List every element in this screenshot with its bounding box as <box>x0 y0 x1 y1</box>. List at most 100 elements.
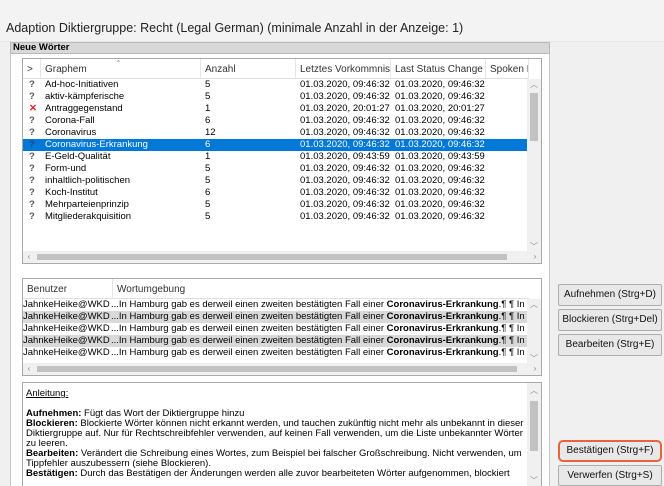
word-row[interactable]: ? Ad-hoc-Initiativen 5 01.03.2020, 09:46:32… <box>23 79 529 91</box>
cell-graphem: inhaltlich-politischen <box>45 175 131 186</box>
context-vertical-scrollbar[interactable]: ︿ ﹀ <box>527 299 541 365</box>
scroll-right-icon[interactable]: › <box>529 251 541 263</box>
words-vertical-scrollbar[interactable]: ︿ ﹀ <box>527 79 541 253</box>
cell-last-status-change: 01.03.2020, 09:46:32 <box>395 175 485 186</box>
word-row[interactable]: ? Coronavirus-Erkrankung 6 01.03.2020, 09:4… <box>23 139 529 151</box>
word-row[interactable]: ? Mitgliederakquisition 5 01.03.2020, 09:46… <box>23 211 529 223</box>
scroll-thumb[interactable] <box>37 254 507 260</box>
scroll-thumb[interactable] <box>37 366 517 372</box>
cell-last-status-change: 01.03.2020, 09:46:32 <box>395 187 485 198</box>
cell-anzahl: 5 <box>205 211 211 222</box>
cell-benutzer: JahnkeHeike@WKD <box>23 299 110 310</box>
status-unknown-icon: ? <box>29 127 35 138</box>
cell-anzahl: 6 <box>205 115 211 126</box>
blockieren-button[interactable]: Blockieren (Strg+Del) <box>558 309 662 331</box>
cell-anzahl: 1 <box>205 103 211 114</box>
context-row[interactable]: JahnkeHeike@WKD...In Hamburg gab es derw… <box>23 311 529 323</box>
cell-anzahl: 5 <box>205 163 211 174</box>
word-row[interactable]: ? Koch-Institut 6 01.03.2020, 09:46:32 01.03… <box>23 187 529 199</box>
instructions-text: Anleitung: Aufnehmen: Fügt das Wort der … <box>26 389 526 479</box>
cell-letztes-vorkommnis: 01.03.2020, 09:46:32 <box>300 91 390 102</box>
instructions-vertical-scrollbar[interactable]: ︿ ﹀ <box>527 383 541 486</box>
scroll-left-icon[interactable]: ‹ <box>23 363 35 375</box>
scroll-up-icon[interactable]: ︿ <box>527 79 541 91</box>
cell-last-status-change: 01.03.2020, 09:46:32 <box>395 163 485 174</box>
context-row[interactable]: JahnkeHeike@WKD...In Hamburg gab es derw… <box>23 323 529 335</box>
col-header-spoken-form[interactable]: Spoken F <box>486 59 529 79</box>
cell-anzahl: 6 <box>205 139 211 150</box>
word-row[interactable]: ? Mehrparteienprinzip 5 01.03.2020, 09:46:3… <box>23 199 529 211</box>
cell-letztes-vorkommnis: 01.03.2020, 09:43:59 <box>300 151 390 162</box>
status-unknown-icon: ? <box>29 139 35 150</box>
col-header-wortumgebung[interactable]: Wortumgebung <box>113 279 529 299</box>
scroll-up-icon[interactable]: ︿ <box>527 299 541 311</box>
cell-letztes-vorkommnis: 01.03.2020, 09:46:32 <box>300 127 390 138</box>
scroll-down-icon[interactable]: ﹀ <box>527 475 541 486</box>
cell-graphem: Antraggegenstand <box>45 103 123 114</box>
instructions-panel: Anleitung: Aufnehmen: Fügt das Wort der … <box>22 382 542 486</box>
col-header-last-status-change[interactable]: Last Status Change <box>391 59 486 79</box>
status-blocked-icon: ✕ <box>29 103 37 114</box>
cell-wortumgebung: ...In Hamburg gab es derweil einen zweit… <box>111 323 529 334</box>
cell-graphem: Mehrparteienprinzip <box>45 199 129 210</box>
cell-graphem: Coronavirus <box>45 127 97 138</box>
scroll-right-icon[interactable]: › <box>529 363 541 375</box>
cell-anzahl: 12 <box>205 127 216 138</box>
word-row[interactable]: ? aktiv-kämpferische 5 01.03.2020, 09:46:32… <box>23 91 529 103</box>
context-row[interactable]: JahnkeHeike@WKD...In Hamburg gab es derw… <box>23 347 529 359</box>
instructions-heading: Anleitung: <box>26 388 69 399</box>
new-words-table[interactable]: > Graphem ⌃ Anzahl Letztes Vorkommnis La… <box>22 58 542 264</box>
cell-letztes-vorkommnis: 01.03.2020, 09:46:32 <box>300 115 390 126</box>
cell-last-status-change: 01.03.2020, 09:46:32 <box>395 115 485 126</box>
scroll-thumb[interactable] <box>530 93 538 141</box>
scroll-up-icon[interactable]: ︿ <box>527 385 541 397</box>
scroll-left-icon[interactable]: ‹ <box>23 251 35 263</box>
status-unknown-icon: ? <box>29 151 35 162</box>
cell-letztes-vorkommnis: 01.03.2020, 09:46:32 <box>300 187 390 198</box>
col-header-letztes-vorkommnis[interactable]: Letztes Vorkommnis <box>296 59 391 79</box>
cell-wortumgebung: ...In Hamburg gab es derweil einen zweit… <box>111 311 529 322</box>
cell-anzahl: 5 <box>205 175 211 186</box>
cell-anzahl: 5 <box>205 91 211 102</box>
status-unknown-icon: ? <box>29 199 35 210</box>
context-horizontal-scrollbar[interactable]: ‹ › <box>23 363 541 375</box>
cell-graphem: Ad-hoc-Initiativen <box>45 79 119 90</box>
cell-letztes-vorkommnis: 01.03.2020, 09:46:32 <box>300 199 390 210</box>
cell-anzahl: 5 <box>205 199 211 210</box>
col-header-graphem[interactable]: Graphem ⌃ <box>41 59 201 79</box>
cell-graphem: Corona-Fall <box>45 115 95 126</box>
cell-benutzer: JahnkeHeike@WKD <box>23 335 110 346</box>
verwerfen-button[interactable]: Verwerfen (Strg+S) <box>558 465 662 486</box>
cell-last-status-change: 01.03.2020, 09:46:32 <box>395 139 485 150</box>
word-row[interactable]: ? inhaltlich-politischen 5 01.03.2020, 09:4… <box>23 175 529 187</box>
cell-last-status-change: 01.03.2020, 09:46:32 <box>395 91 485 102</box>
cell-last-status-change: 01.03.2020, 09:46:32 <box>395 79 485 90</box>
word-row[interactable]: ? E-Geld-Qualität 1 01.03.2020, 09:43:59 01.… <box>23 151 529 163</box>
word-row[interactable]: ? Coronavirus 12 01.03.2020, 09:46:32 01.03.… <box>23 127 529 139</box>
bestaetigen-button[interactable]: Bestätigen (Strg+F) <box>558 440 662 462</box>
words-horizontal-scrollbar[interactable]: ‹ › <box>23 251 541 263</box>
cell-graphem: Coronavirus-Erkrankung <box>45 139 148 150</box>
cell-last-status-change: 01.03.2020, 09:46:32 <box>395 199 485 210</box>
word-row[interactable]: ✕ Antraggegenstand 1 01.03.2020, 20:01:27 01… <box>23 103 529 115</box>
cell-anzahl: 1 <box>205 151 211 162</box>
word-context-table[interactable]: Benutzer Wortumgebung JahnkeHeike@WKD...… <box>22 278 542 376</box>
cell-anzahl: 5 <box>205 79 211 90</box>
status-unknown-icon: ? <box>29 91 35 102</box>
cell-letztes-vorkommnis: 01.03.2020, 09:46:32 <box>300 139 390 150</box>
cell-benutzer: JahnkeHeike@WKD <box>23 323 110 334</box>
aufnehmen-button[interactable]: Aufnehmen (Strg+D) <box>558 284 662 306</box>
bearbeiten-button[interactable]: Bearbeiten (Strg+E) <box>558 334 662 356</box>
col-header-benutzer[interactable]: Benutzer <box>23 279 113 299</box>
col-header-anzahl[interactable]: Anzahl <box>201 59 296 79</box>
scroll-thumb[interactable] <box>530 401 538 451</box>
cell-wortumgebung: ...In Hamburg gab es derweil einen zweit… <box>111 335 529 346</box>
context-row[interactable]: JahnkeHeike@WKD...In Hamburg gab es derw… <box>23 299 529 311</box>
word-row[interactable]: ? Corona-Fall 6 01.03.2020, 09:46:32 01.03.2… <box>23 115 529 127</box>
context-row[interactable]: JahnkeHeike@WKD...In Hamburg gab es derw… <box>23 335 529 347</box>
col-header-mark[interactable]: > <box>23 59 41 79</box>
word-row[interactable]: ? Form-und 5 01.03.2020, 09:46:32 01.03.2020… <box>23 163 529 175</box>
instruction-bearbeiten: Bearbeiten: Verändert die Schreibung ein… <box>26 448 522 469</box>
window-titlebar: Adaption Diktiergruppe: Recht (Legal Ger… <box>0 0 664 42</box>
cell-benutzer: JahnkeHeike@WKD <box>23 347 110 358</box>
